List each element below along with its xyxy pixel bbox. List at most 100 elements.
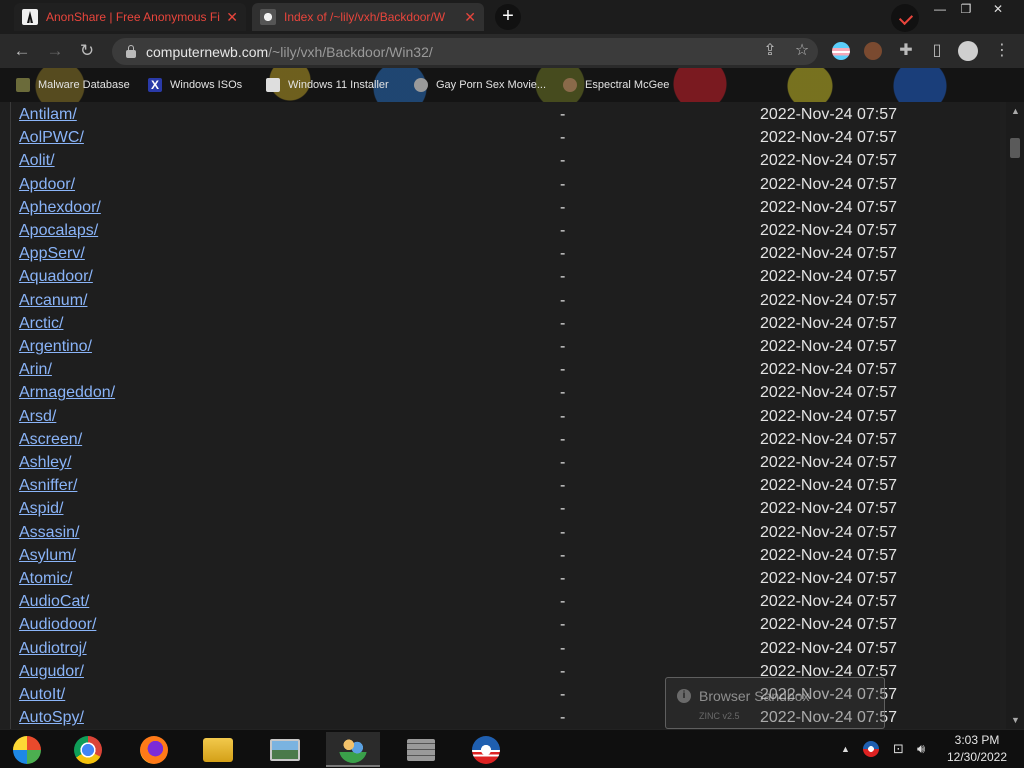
lock-icon[interactable] xyxy=(126,44,136,58)
tab-anonshare[interactable]: AnonShare | Free Anonymous File ✕ xyxy=(14,3,246,31)
directory-link[interactable]: Aolit/ xyxy=(19,152,55,170)
size-cell: - xyxy=(560,477,566,495)
listing-row: Arcanum/ - 2022-Nov-24 07:57 xyxy=(11,289,1000,312)
menu-kebab-icon[interactable]: ⋮ xyxy=(991,40,1013,62)
directory-link[interactable]: AudioCat/ xyxy=(19,593,89,611)
directory-link[interactable]: Ashley/ xyxy=(19,454,71,472)
taskbar-firefox[interactable] xyxy=(127,732,181,767)
clock-date: 12/30/2022 xyxy=(946,750,1008,764)
url-text[interactable]: computernewb.com/~lily/vxh/Backdoor/Win3… xyxy=(146,44,433,60)
directory-link[interactable]: Apdoor/ xyxy=(19,176,75,194)
directory-link[interactable]: Asniffer/ xyxy=(19,477,77,495)
taskbar-clock[interactable]: 3:03 PM 12/30/2022 xyxy=(930,732,1024,766)
url-path: /~lily/vxh/Backdoor/Win32/ xyxy=(268,43,433,60)
date-cell: 2022-Nov-24 07:57 xyxy=(760,384,897,402)
tab-search-button[interactable] xyxy=(891,4,919,32)
size-cell: - xyxy=(560,245,566,263)
directory-link[interactable]: Aquadoor/ xyxy=(19,268,93,286)
date-cell: 2022-Nov-24 07:57 xyxy=(760,222,897,239)
taskbar-obama[interactable] xyxy=(459,732,513,767)
profile-avatar-icon[interactable] xyxy=(958,41,978,61)
directory-link[interactable]: Arcanum/ xyxy=(19,292,87,310)
directory-link[interactable]: AppServ/ xyxy=(19,245,85,263)
size-cell: - xyxy=(560,152,566,170)
scroll-up-arrow-icon[interactable]: ▲ xyxy=(1011,106,1020,116)
taskbar-file-explorer[interactable] xyxy=(191,732,245,767)
date-cell: 2022-Nov-24 07:57 xyxy=(760,245,897,263)
directory-link[interactable]: Audiotroj/ xyxy=(19,640,87,658)
bookmark-star-icon[interactable]: ☆ xyxy=(791,40,813,62)
directory-link[interactable]: AutoIt/ xyxy=(19,686,65,704)
tab-close-icon[interactable]: ✕ xyxy=(464,9,476,26)
anonshare-icon xyxy=(22,9,38,25)
minimize-button[interactable]: — xyxy=(926,2,954,16)
date-cell: 2022-Nov-24 07:57 xyxy=(760,546,897,564)
directory-link[interactable]: Arctic/ xyxy=(19,315,63,333)
side-panel-icon[interactable]: ▯ xyxy=(926,40,948,62)
scroll-thumb[interactable] xyxy=(1010,138,1020,158)
directory-link[interactable]: Apocalaps/ xyxy=(19,222,98,240)
listing-row: Ashley/ - 2022-Nov-24 07:57 xyxy=(11,451,1000,474)
notification-subtitle: ZINC v2.5 xyxy=(699,711,740,721)
taskbar: ▲ ⊡ 🔊︎ 3:03 PM 12/30/2022 xyxy=(0,729,1024,768)
obama-icon xyxy=(472,735,500,764)
taskbar-firewall[interactable] xyxy=(394,732,448,767)
bookmarks-bar: Malware Database X Windows ISOs Windows … xyxy=(0,68,1024,102)
directory-link[interactable]: Atomic/ xyxy=(19,570,72,588)
address-bar[interactable]: computernewb.com/~lily/vxh/Backdoor/Win3… xyxy=(112,38,818,65)
directory-link[interactable]: AutoSpy/ xyxy=(19,709,84,727)
listing-row: Aquadoor/ - 2022-Nov-24 07:57 xyxy=(11,265,1000,288)
start-button[interactable] xyxy=(0,732,54,767)
close-window-button[interactable]: ✕ xyxy=(984,2,1012,16)
size-cell: - xyxy=(560,639,566,657)
bookmark-gay-porn-sex-movie[interactable]: Gay Porn Sex Movie... xyxy=(414,76,546,94)
reload-button[interactable]: ↻ xyxy=(76,40,98,62)
show-hidden-icons-icon[interactable]: ▲ xyxy=(841,744,850,754)
tray-obama-icon[interactable] xyxy=(863,741,879,757)
info-icon: i xyxy=(677,689,691,703)
bookmark-windows-11-installer[interactable]: Windows 11 Installer xyxy=(266,76,389,94)
notification-toast[interactable]: i Browser Sandbox ZINC v2.5 xyxy=(665,677,885,729)
volume-icon[interactable]: 🔊︎ xyxy=(917,741,925,757)
new-tab-button[interactable]: + xyxy=(495,4,521,30)
tab-index-of[interactable]: Index of /~lily/vxh/Backdoor/W ✕ xyxy=(252,3,484,31)
size-cell: - xyxy=(560,407,566,425)
bookmark-label: Gay Porn Sex Movie... xyxy=(436,79,547,91)
scroll-down-arrow-icon[interactable]: ▼ xyxy=(1011,715,1020,725)
forward-button[interactable]: → xyxy=(44,40,66,62)
tab-close-icon[interactable]: ✕ xyxy=(226,9,238,26)
directory-link[interactable]: Aspid/ xyxy=(19,500,63,518)
listing-row: Antilam/ - 2022-Nov-24 07:57 xyxy=(11,103,1000,126)
bookmark-windows-isos[interactable]: X Windows ISOs xyxy=(148,76,242,94)
bookmark-malware-database[interactable]: Malware Database xyxy=(16,76,130,94)
share-icon[interactable]: ⇪ xyxy=(759,40,781,62)
bookmark-espectral-mcgee[interactable]: Espectral McGee xyxy=(563,76,669,94)
network-icon[interactable]: ⊡ xyxy=(893,741,904,757)
directory-link[interactable]: Asylum/ xyxy=(19,547,76,565)
extension-avatar-icon[interactable] xyxy=(864,42,882,60)
directory-link[interactable]: Antilam/ xyxy=(19,106,77,124)
directory-link[interactable]: Arin/ xyxy=(19,361,52,379)
taskbar-chrome[interactable] xyxy=(61,732,115,767)
taskbar-network-users[interactable] xyxy=(326,732,380,767)
directory-link[interactable]: Arsd/ xyxy=(19,408,56,426)
page-scrollbar[interactable]: ▲ ▼ xyxy=(1006,102,1024,729)
directory-link[interactable]: AolPWC/ xyxy=(19,129,84,147)
directory-link[interactable]: Argentino/ xyxy=(19,338,92,356)
tab-title: AnonShare | Free Anonymous File xyxy=(46,10,221,24)
taskbar-photo-viewer[interactable] xyxy=(258,732,312,767)
directory-link[interactable]: Armageddon/ xyxy=(19,384,115,402)
back-button[interactable]: ← xyxy=(11,40,33,62)
directory-link[interactable]: Augudor/ xyxy=(19,663,84,681)
extensions-puzzle-icon[interactable]: ✚ xyxy=(895,40,917,62)
globe-icon xyxy=(414,78,428,92)
shield-icon xyxy=(16,78,30,92)
directory-link[interactable]: Assasin/ xyxy=(19,524,79,542)
directory-link[interactable]: Ascreen/ xyxy=(19,431,82,449)
size-cell: - xyxy=(560,570,566,587)
directory-link[interactable]: Audiodoor/ xyxy=(19,616,96,634)
extension-flag-icon[interactable] xyxy=(832,42,850,60)
date-cell: 2022-Nov-24 07:57 xyxy=(760,106,897,123)
directory-link[interactable]: Aphexdoor/ xyxy=(19,199,101,217)
restore-button[interactable]: ❐ xyxy=(952,2,980,16)
